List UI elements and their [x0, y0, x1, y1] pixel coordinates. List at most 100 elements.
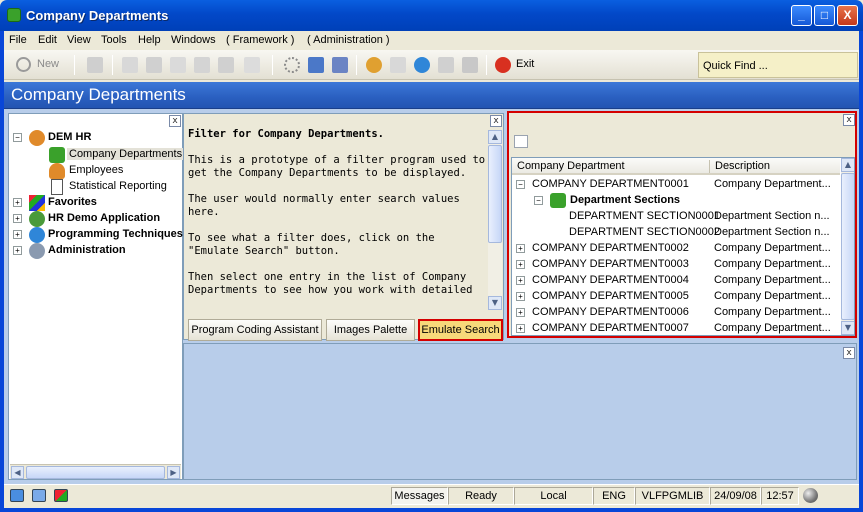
messages-button[interactable]: Messages [391, 487, 448, 505]
paste-icon[interactable] [218, 57, 234, 73]
toolbar-separator [112, 55, 113, 75]
scroll-right-icon[interactable]: ▶ [167, 466, 180, 479]
column-divider[interactable] [709, 160, 710, 173]
detail-close-icon[interactable]: x [843, 347, 855, 359]
new-button[interactable]: New [37, 58, 59, 70]
scroll-down-icon[interactable]: ▼ [841, 321, 854, 335]
folder-icon[interactable] [87, 57, 103, 73]
cell-description: Company Department... [714, 290, 831, 302]
expand-icon[interactable]: + [516, 292, 525, 301]
exit-button[interactable]: Exit [516, 58, 534, 70]
scroll-thumb[interactable] [841, 173, 854, 320]
table-row[interactable]: − COMPANY DEPARTMENT0001 Company Departm… [512, 177, 840, 193]
grid-vertical-scrollbar[interactable]: ▲ ▼ [841, 158, 854, 335]
menu-windows[interactable]: Windows [171, 34, 216, 46]
quick-find-field[interactable]: Quick Find ... [698, 52, 858, 78]
tree-item-label: Company Departments [67, 148, 185, 160]
toolbar: New Exit Quick Find ... [4, 50, 859, 80]
collapse-icon[interactable]: − [516, 180, 525, 189]
status-ready: Ready [448, 487, 514, 505]
table-row[interactable]: + COMPANY DEPARTMENT0006 Company Departm… [512, 305, 840, 321]
table-row[interactable]: + COMPANY DEPARTMENT0007 Company Departm… [512, 321, 840, 335]
gear-icon[interactable] [414, 57, 430, 73]
main-content: x − DEM HR Company Departments Employees… [4, 109, 859, 484]
tree-horizontal-scrollbar[interactable]: ◀ ▶ [10, 464, 181, 479]
expand-icon[interactable]: + [13, 246, 22, 255]
book-icon[interactable] [308, 57, 324, 73]
cell-department: COMPANY DEPARTMENT0005 [532, 290, 689, 302]
collapse-icon[interactable]: − [13, 133, 22, 142]
grid-toolbar-button[interactable] [514, 135, 528, 148]
refresh-icon[interactable] [284, 57, 300, 73]
table-row[interactable]: + COMPANY DEPARTMENT0002 Company Departm… [512, 241, 840, 257]
cell-description: Company Department... [714, 258, 831, 270]
toolbar-separator [74, 55, 75, 75]
expand-icon[interactable]: + [516, 244, 525, 253]
windows-icon[interactable] [54, 489, 68, 502]
scroll-thumb[interactable] [26, 466, 165, 479]
tree-close-icon[interactable]: x [169, 115, 181, 127]
maximize-button[interactable]: □ [814, 5, 835, 26]
expand-icon[interactable]: + [516, 276, 525, 285]
menu-framework[interactable]: ( Framework ) [226, 34, 294, 46]
cell-department: COMPANY DEPARTMENT0001 [532, 178, 689, 190]
close-button[interactable]: X [837, 5, 858, 26]
menu-tools[interactable]: Tools [101, 34, 127, 46]
puzzle-icon [550, 193, 566, 208]
cut-icon[interactable] [122, 57, 138, 73]
expand-icon[interactable]: + [516, 260, 525, 269]
images-palette-button[interactable]: Images Palette [326, 319, 415, 341]
mail-icon[interactable] [390, 57, 406, 73]
grid-close-icon[interactable]: x [843, 114, 855, 126]
column-header-company-department[interactable]: Company Department [517, 160, 625, 172]
filter-paragraph: To see what a filter does, click on the … [188, 232, 435, 257]
menu-file[interactable]: File [9, 34, 27, 46]
expand-icon[interactable]: + [516, 324, 525, 333]
status-library: VLFPGMLIB [635, 487, 710, 505]
users-icon[interactable] [366, 57, 382, 73]
table-row[interactable]: + COMPANY DEPARTMENT0004 Company Departm… [512, 273, 840, 289]
scroll-thumb[interactable] [488, 145, 502, 243]
document-icon[interactable] [170, 57, 186, 73]
table-row[interactable]: − Department Sections [512, 193, 840, 209]
menu-administration[interactable]: ( Administration ) [307, 34, 390, 46]
expand-icon[interactable]: + [13, 214, 22, 223]
program-coding-assistant-button[interactable]: Program Coding Assistant [188, 319, 322, 341]
column-header-description[interactable]: Description [715, 160, 770, 172]
forward-icon[interactable] [462, 57, 478, 73]
filter-paragraph: This is a prototype of a filter program … [188, 154, 486, 179]
scroll-left-icon[interactable]: ◀ [11, 466, 24, 479]
export-icon[interactable] [438, 57, 454, 73]
scroll-down-icon[interactable]: ▼ [488, 296, 502, 310]
expand-icon[interactable]: + [13, 198, 22, 207]
cell-department: COMPANY DEPARTMENT0003 [532, 258, 689, 270]
expand-icon[interactable]: + [13, 230, 22, 239]
filter-close-icon[interactable]: x [490, 115, 502, 127]
scroll-up-icon[interactable]: ▲ [841, 158, 854, 172]
grid-view-icon[interactable] [32, 489, 46, 502]
favorites-icon [29, 195, 45, 211]
emulate-search-button[interactable]: Emulate Search [418, 319, 503, 341]
menu-edit[interactable]: Edit [38, 34, 57, 46]
new-icon[interactable] [16, 57, 31, 72]
exit-icon[interactable] [495, 57, 511, 73]
title-bar[interactable]: Company Departments _ □ X [0, 0, 863, 31]
copy-icon[interactable] [146, 57, 162, 73]
window-frame-right [859, 31, 863, 512]
menu-help[interactable]: Help [138, 34, 161, 46]
menu-view[interactable]: View [67, 34, 91, 46]
minimize-button[interactable]: _ [791, 5, 812, 26]
table-row[interactable]: DEPARTMENT SECTION0002 Department Sectio… [512, 225, 840, 241]
table-row[interactable]: + COMPANY DEPARTMENT0005 Company Departm… [512, 289, 840, 305]
warning-icon[interactable] [194, 57, 210, 73]
layout-icon[interactable] [10, 489, 24, 502]
expand-icon[interactable]: + [516, 308, 525, 317]
window-switch-icon[interactable] [332, 57, 348, 73]
filter-vertical-scrollbar[interactable]: ▲ ▼ [488, 130, 502, 310]
scroll-up-icon[interactable]: ▲ [488, 130, 502, 144]
collapse-icon[interactable]: − [534, 196, 543, 205]
window-icon[interactable] [244, 57, 260, 73]
tree-item-label: DEM HR [48, 131, 92, 143]
table-row[interactable]: + COMPANY DEPARTMENT0003 Company Departm… [512, 257, 840, 273]
table-row[interactable]: DEPARTMENT SECTION0001 Department Sectio… [512, 209, 840, 225]
